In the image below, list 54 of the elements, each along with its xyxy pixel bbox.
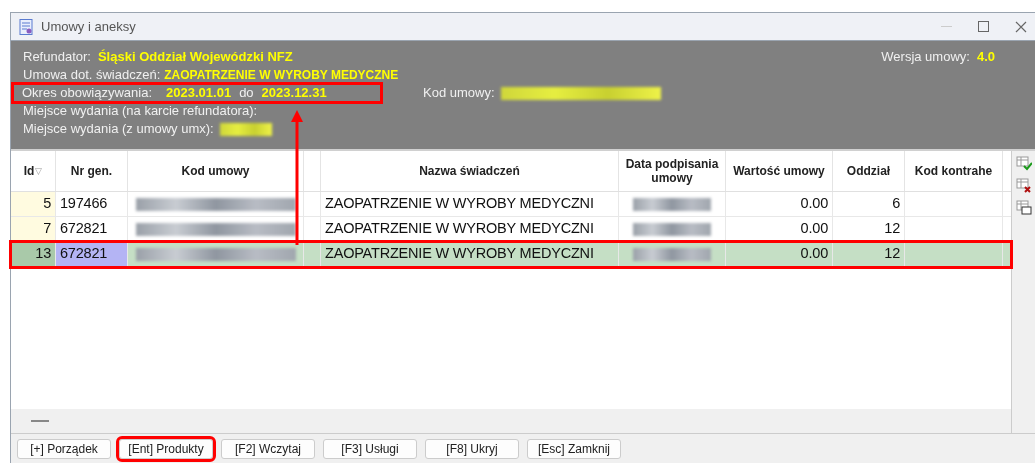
table-cell-text: 672821	[60, 219, 108, 239]
column-header[interactable]: Nr gen.	[70, 164, 113, 178]
column-header[interactable]: Kod umowy	[181, 164, 250, 178]
table-cell-text: 0.00	[800, 219, 828, 239]
table-cell-text: 7	[43, 219, 51, 239]
close-icon[interactable]	[1015, 20, 1027, 33]
field-label: Okres obowiązywania:	[22, 84, 153, 102]
field-label: Kod umowy:	[423, 84, 495, 102]
command-button[interactable]: [F2] Wczytaj	[221, 438, 315, 459]
table-cell-text: 5	[43, 194, 51, 214]
table-cell-text: ZAOPATRZENIE W WYROBY MEDYCZNI	[325, 244, 594, 264]
command-button[interactable]: [F3] Usługi	[323, 438, 417, 459]
column-header[interactable]: Nazwa świadczeń	[419, 164, 520, 178]
document-icon	[19, 18, 33, 35]
table-cell-text: 13	[35, 244, 51, 264]
table-cell-text: 672821	[60, 244, 108, 264]
table-cell-text: 197466	[60, 194, 108, 214]
command-button[interactable]: [Esc] Zamknij	[527, 438, 621, 459]
window-title: Umowy i aneksy	[41, 17, 136, 36]
field-value: 2023.01.01	[166, 84, 232, 102]
column-header[interactable]: Kod kontrahe	[914, 164, 993, 178]
maximize-icon[interactable]	[978, 21, 989, 32]
table-delete-icon[interactable]	[1015, 177, 1032, 193]
field-value: 4.0	[976, 48, 995, 66]
field-label: do	[239, 84, 254, 102]
table-row[interactable]: 5 197466 ZAOPATRZENIE W WYROBY MEDYCZNI 0.00 6	[11, 192, 1011, 217]
column-header[interactable]: Oddział	[846, 164, 891, 178]
field-label: Miejsce wydania (z umowy umx):	[23, 120, 214, 138]
table-cell-text: 12	[884, 244, 900, 264]
column-header[interactable]: Id	[23, 164, 35, 178]
table-cell-text: 6	[892, 194, 900, 214]
table-check-icon[interactable]	[1015, 155, 1032, 171]
table-cell-text: 12	[884, 219, 900, 239]
table-cell-text: 0.00	[800, 244, 828, 264]
table-cell-text: 0.00	[800, 194, 828, 214]
field-label: Wersja umowy:	[881, 48, 970, 66]
field-value: Śląski Oddział Wojewódzki NFZ	[97, 48, 293, 66]
command-button[interactable]: [F8] Ukryj	[425, 438, 519, 459]
redacted-mark	[219, 122, 272, 136]
column-header[interactable]: Data podpisania umowy	[621, 157, 723, 185]
field-label: Miejsce wydania (na karcie refundatora):	[23, 102, 258, 120]
command-button[interactable]: [+] Porządek	[17, 438, 111, 459]
table-row[interactable]: 13 672821 ZAOPATRZENIE W WYROBY MEDYCZNI 0.00 12	[11, 242, 1011, 267]
table-cell-text: ZAOPATRZENIE W WYROBY MEDYCZNI	[325, 219, 594, 239]
column-header[interactable]: Wartość umowy	[733, 164, 825, 178]
table-columns-icon[interactable]	[1015, 199, 1032, 215]
field-label: Refundator:	[23, 48, 91, 66]
splitter-handle[interactable]	[31, 420, 49, 422]
field-label: Umowa dot. świadczeń:	[23, 66, 161, 84]
field-value: ZAOPATRZENIE W WYROBY MEDYCZNE	[164, 67, 399, 84]
field-value: 2023.12.31	[261, 84, 327, 102]
table-cell-text: ZAOPATRZENIE W WYROBY MEDYCZNI	[325, 194, 594, 214]
command-button[interactable]: [Ent] Produkty	[119, 438, 213, 459]
sort-icon: ▽	[35, 164, 43, 178]
